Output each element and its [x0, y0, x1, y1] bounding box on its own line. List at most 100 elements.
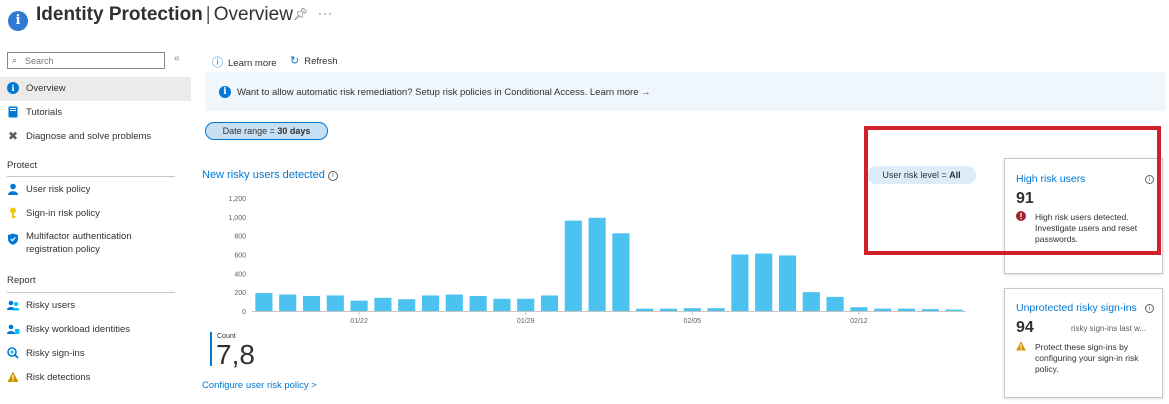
card-subtitle: risky sign-ins last w... [1071, 324, 1147, 333]
chart-bar [302, 295, 321, 311]
chart-bar [350, 300, 368, 311]
chart-bar [326, 295, 344, 311]
info-icon: i [219, 86, 231, 98]
chart-bar [707, 308, 725, 311]
sidebar: ⌕ « i Overview Tutorials ✖ Diagnose and … [0, 44, 192, 404]
warning-icon [1016, 341, 1026, 351]
info-banner: i Want to allow automatic risk remediati… [205, 72, 1166, 111]
learn-more-button[interactable]: ⓘ Learn more [212, 54, 277, 70]
sidebar-item-risky-signins[interactable]: Risky sign-ins [0, 342, 191, 366]
x-tick-label: 02/12 [850, 318, 868, 325]
x-tick-label: 01/29 [517, 318, 535, 325]
chart-bar [850, 307, 868, 311]
sidebar-item-label: User risk policy [26, 184, 91, 195]
sidebar-item-label: Diagnose and solve problems [26, 131, 152, 142]
chart-bar [540, 295, 559, 311]
identity-protection-icon: i [8, 11, 28, 31]
count-indicator [210, 332, 212, 366]
chart-bar [683, 308, 701, 311]
chart-bar [921, 309, 939, 311]
unprotected-risky-signins-card[interactable]: Unprotected risky sign-ins i 94 risky si… [1004, 288, 1163, 398]
chart-bar [945, 309, 963, 311]
book-icon [7, 106, 19, 118]
chart-bar [659, 308, 678, 311]
sidebar-item-label: Risky sign-ins [26, 348, 85, 359]
chart-bar [255, 293, 273, 311]
date-range-filter[interactable]: Date range = 30 days [205, 122, 328, 140]
y-tick-label: 800 [234, 234, 246, 241]
chart-bar [469, 295, 487, 311]
y-tick-label: 600 [234, 253, 246, 260]
chart-bar [778, 255, 797, 311]
y-tick-label: 1,000 [228, 215, 246, 222]
sidebar-item-label: Risk detections [26, 372, 91, 383]
sidebar-item-label: Sign-in risk policy [26, 208, 100, 219]
sidebar-item-risky-workload-identities[interactable]: Risky workload identities [0, 318, 191, 342]
configure-user-risk-policy-link[interactable]: Configure user risk policy > [202, 380, 317, 391]
chart-bar [564, 220, 582, 311]
unprotected-signins-count: 94 [1016, 319, 1034, 336]
chart-bar [874, 308, 892, 311]
risky-users-bar-chart: 0 200 400 600 800 1,000 1,200 01/22 01/29 02/05 02… [228, 196, 966, 325]
y-tick-label: 1,200 [228, 196, 246, 203]
chart-bar [755, 253, 773, 311]
chart-bar [636, 308, 654, 311]
sidebar-item-label: Tutorials [26, 107, 63, 118]
refresh-button[interactable]: ↻ Refresh [290, 54, 337, 67]
search-box[interactable]: ⌕ [7, 52, 165, 69]
refresh-label: Refresh [304, 56, 338, 67]
chart-bar [731, 254, 749, 311]
y-tick-label: 0 [242, 309, 246, 316]
sidebar-item-label: Risky users [26, 300, 76, 311]
sidebar-item-risk-detections[interactable]: Risk detections [0, 366, 191, 390]
section-heading-protect: Protect [7, 160, 38, 171]
y-tick-label: 400 [234, 271, 246, 278]
banner-message[interactable]: Want to allow automatic risk remediation… [237, 87, 651, 98]
chart-bar [445, 294, 463, 311]
sidebar-item-overview[interactable]: i Overview [0, 77, 191, 101]
pin-icon[interactable]: 📌︎ [293, 7, 308, 21]
workload-icon [7, 323, 20, 335]
sidebar-item-label: Multifactor authentication registration … [26, 231, 132, 255]
chart-bar [374, 297, 392, 311]
section-heading-report: Report [7, 275, 36, 286]
info-icon: i [7, 82, 19, 94]
chart-bar [493, 298, 511, 311]
y-tick-label: 200 [234, 290, 246, 297]
warning-icon [7, 371, 19, 383]
chart-bar [279, 294, 297, 311]
info-outline-icon: ⓘ [212, 57, 223, 69]
x-tick-label: 02/05 [684, 318, 702, 325]
sidebar-item-mfa-registration-policy[interactable]: Multifactor authentication registration … [0, 228, 191, 258]
count-value: 7,8 [216, 339, 255, 370]
sidebar-item-tutorials[interactable]: Tutorials [0, 101, 191, 125]
chart-bar [897, 308, 916, 311]
sidebar-item-user-risk-policy[interactable]: User risk policy [0, 178, 191, 202]
chart-title[interactable]: New risky users detected i [202, 169, 338, 181]
sidebar-item-label: Risky workload identities [26, 324, 131, 335]
chart-bar [588, 217, 606, 311]
chart-bar [612, 233, 630, 311]
user-icon [7, 183, 19, 195]
x-tick-label: 01/22 [350, 318, 368, 325]
info-icon[interactable]: i [1145, 304, 1154, 313]
users-icon [7, 299, 20, 311]
card-alert-message: Protect these sign-ins by configuring yo… [1035, 342, 1139, 374]
more-icon[interactable]: ··· [318, 6, 333, 20]
highlight-box [864, 126, 1161, 255]
sidebar-item-risky-users[interactable]: Risky users [0, 294, 191, 318]
search-input[interactable] [25, 54, 161, 67]
sidebar-item-signin-risk-policy[interactable]: Sign-in risk policy [0, 202, 191, 226]
collapse-sidebar-icon[interactable]: « [174, 53, 180, 64]
divider [7, 176, 175, 177]
learn-more-label: Learn more [228, 58, 277, 69]
chart-bar [421, 295, 440, 311]
refresh-icon: ↻ [290, 55, 300, 67]
chart-bar [517, 298, 535, 311]
divider [7, 292, 175, 293]
card-title[interactable]: Unprotected risky sign-ins [1016, 302, 1137, 314]
sidebar-item-diagnose[interactable]: ✖ Diagnose and solve problems [0, 125, 191, 149]
key-icon [7, 207, 19, 219]
arrow-right-icon: → [641, 87, 651, 98]
signin-icon [7, 347, 19, 359]
